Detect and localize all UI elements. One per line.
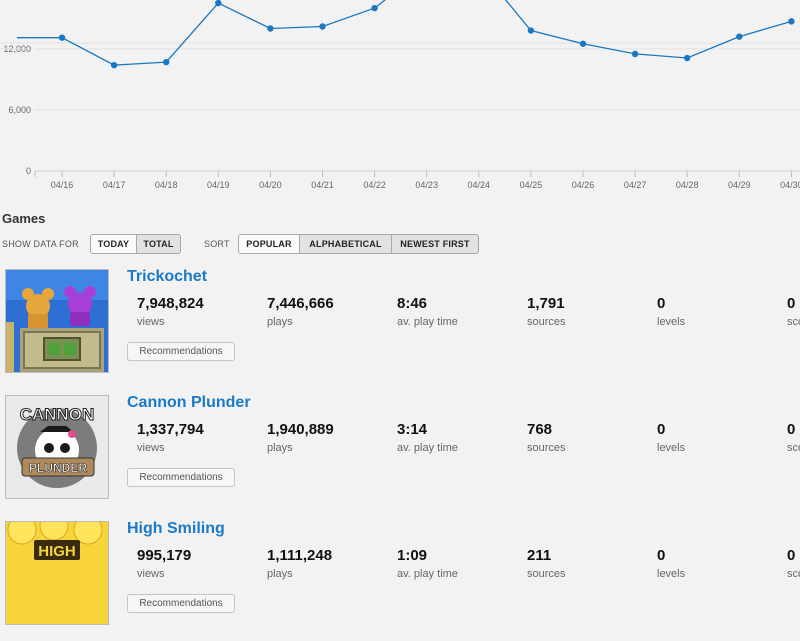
sort-label: SORT bbox=[204, 239, 230, 249]
data-point bbox=[58, 34, 66, 41]
scores-stat: 0sco bbox=[787, 295, 800, 328]
scores-stat: 0sco bbox=[787, 421, 800, 454]
data-point bbox=[110, 61, 118, 69]
sources-stat: 768 sources bbox=[527, 421, 566, 454]
plays-stat: 7,446,666 plays bbox=[267, 295, 334, 328]
sort-alphabetical-button[interactable]: ALPHABETICAL bbox=[300, 234, 392, 254]
views-stat: 1,337,794 views bbox=[137, 421, 204, 454]
series-line bbox=[17, 0, 792, 66]
x-tick-label: 04/27 bbox=[624, 180, 647, 190]
y-tick-label: 0 bbox=[26, 166, 31, 176]
data-point bbox=[684, 54, 691, 62]
x-tick-label: 04/16 bbox=[51, 180, 74, 190]
levels-stat: 0 levels bbox=[657, 421, 686, 454]
x-tick-label: 04/23 bbox=[415, 180, 438, 190]
x-tick-label: 04/19 bbox=[207, 180, 230, 190]
y-tick-label: 6,000 bbox=[8, 105, 31, 115]
recommendations-button[interactable]: Recommendations bbox=[127, 468, 235, 487]
sources-stat: 211 sources bbox=[527, 547, 566, 580]
views-stat: 7,948,824 views bbox=[137, 295, 204, 328]
x-tick-label: 04/26 bbox=[572, 180, 595, 190]
levels-stat: 0 levels bbox=[657, 547, 686, 580]
x-tick-label: 04/21 bbox=[311, 180, 334, 190]
levels-stat: 0 levels bbox=[657, 295, 686, 328]
data-point bbox=[371, 4, 378, 12]
game-thumbnail[interactable]: HIGH bbox=[5, 521, 109, 625]
x-tick-label: 04/18 bbox=[155, 180, 178, 190]
game-title-link[interactable]: High Smiling bbox=[127, 520, 225, 538]
game-title-link[interactable]: Cannon Plunder bbox=[127, 394, 251, 412]
game-thumbnail[interactable] bbox=[5, 269, 109, 373]
data-point bbox=[319, 23, 326, 30]
playtime-stat: 3:14 av. play time bbox=[397, 421, 458, 454]
x-tick-label: 04/29 bbox=[728, 180, 751, 190]
x-tick-label: 04/20 bbox=[259, 180, 282, 190]
data-point bbox=[736, 33, 743, 40]
playtime-stat: 8:46 av. play time bbox=[397, 295, 458, 328]
game-row: Trickochet 7,948,824 views 7,446,666 plays… bbox=[0, 268, 800, 389]
data-point bbox=[163, 58, 170, 66]
recommendations-button[interactable]: Recommendations bbox=[127, 342, 235, 361]
sources-stat: 1,791 sources bbox=[527, 295, 566, 328]
show-data-label: SHOW DATA FOR bbox=[2, 239, 79, 249]
data-point bbox=[267, 25, 274, 32]
thumb-cannon-text: CANNON bbox=[20, 405, 95, 424]
show-today-button[interactable]: TODAY bbox=[90, 234, 137, 254]
x-tick-label: 04/30 bbox=[780, 180, 800, 190]
game-row: CANNON PLUNDER Cannon Plunder 1,337,794 v… bbox=[0, 394, 800, 515]
x-tick-label: 04/25 bbox=[520, 180, 543, 190]
x-tick-label: 04/24 bbox=[468, 180, 491, 190]
recommendations-button[interactable]: Recommendations bbox=[127, 594, 235, 613]
data-point bbox=[631, 50, 639, 58]
thumb-high-text: HIGH bbox=[38, 543, 76, 560]
playtime-stat: 1:09 av. play time bbox=[397, 547, 458, 580]
x-tick-label: 04/28 bbox=[676, 180, 699, 190]
sort-popular-button[interactable]: POPULAR bbox=[238, 234, 300, 254]
plays-line-chart: 12,0006,000004/16 04/17 04/18 04/19 04/20 04/… bbox=[0, 0, 800, 190]
x-tick-label: 04/22 bbox=[363, 180, 386, 190]
plays-stat: 1,940,889 plays bbox=[267, 421, 334, 454]
data-point bbox=[788, 18, 795, 25]
game-title-link[interactable]: Trickochet bbox=[127, 268, 207, 286]
games-section-title: Games bbox=[2, 211, 46, 226]
sort-newest-button[interactable]: NEWEST FIRST bbox=[392, 234, 479, 254]
show-total-button[interactable]: TOTAL bbox=[137, 234, 181, 254]
data-point bbox=[579, 40, 587, 47]
thumb-plunder-text: PLUNDER bbox=[29, 461, 87, 475]
game-thumbnail[interactable]: CANNON PLUNDER bbox=[5, 395, 109, 499]
x-tick-label: 04/17 bbox=[103, 180, 126, 190]
game-row: HIGH High Smiling 995,179 views 1,111,248… bbox=[0, 520, 800, 641]
data-point bbox=[527, 27, 535, 34]
scores-stat: 0sco bbox=[787, 547, 800, 580]
views-stat: 995,179 views bbox=[137, 547, 192, 580]
plays-stat: 1,111,248 plays bbox=[267, 547, 333, 580]
data-point bbox=[215, 0, 222, 7]
